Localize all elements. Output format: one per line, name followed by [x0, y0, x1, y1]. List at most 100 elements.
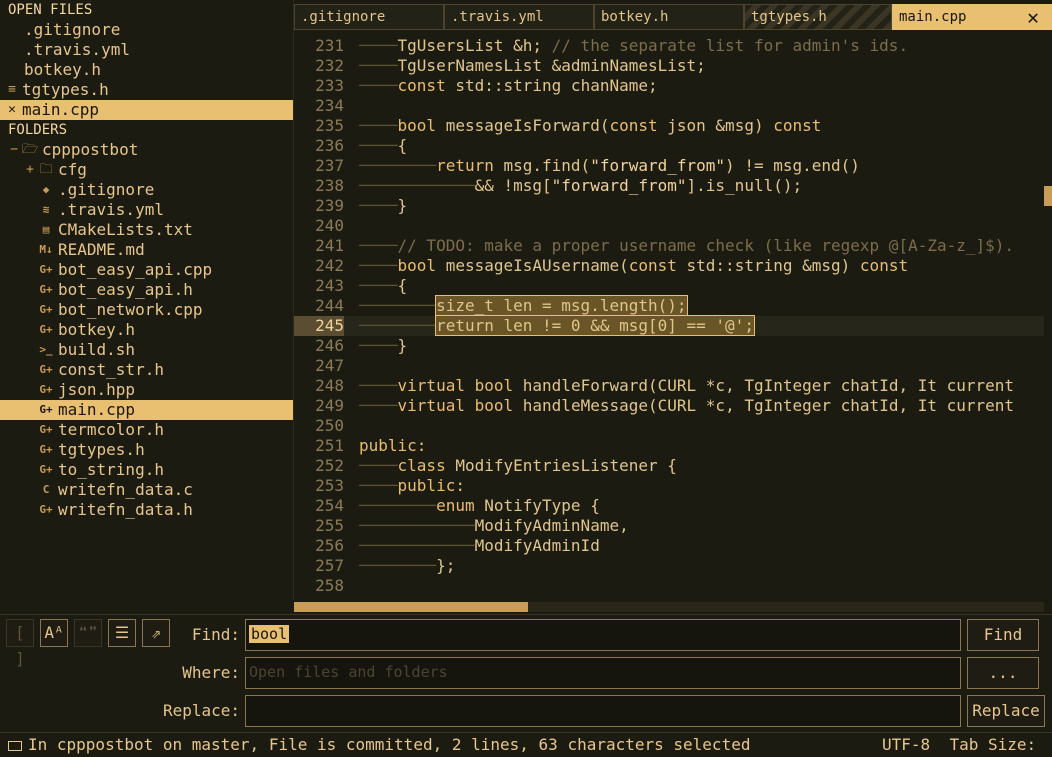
open-file-item[interactable]: botkey.h — [0, 60, 293, 80]
open-file-item[interactable]: .travis.yml — [0, 40, 293, 60]
replace-label: Replace: — [162, 701, 240, 720]
file-label: .travis.yml — [58, 200, 164, 219]
terminal-icon: >_ — [39, 343, 53, 356]
tab-botkey-h[interactable]: botkey.h — [594, 4, 744, 30]
find-input[interactable]: bool — [245, 619, 961, 651]
horizontal-scrollbar[interactable] — [294, 602, 1044, 612]
folder-item[interactable]: + 🗀 cfg — [0, 160, 293, 180]
code-line: 250 — [294, 416, 1044, 436]
open-files-list: .gitignore .travis.yml botkey.h ≡ tgtypes.h ✕… — [0, 20, 293, 120]
cpp-icon: G+ — [39, 403, 53, 416]
tab-label: main.cpp — [899, 9, 967, 25]
file-item[interactable]: G+ bot_easy_api.h — [0, 280, 293, 300]
code-text: ────} — [359, 336, 408, 355]
file-item[interactable]: G+ main.cpp — [0, 400, 293, 420]
line-number: 241 — [315, 236, 344, 255]
file-item[interactable]: ▤ CMakeLists.txt — [0, 220, 293, 240]
close-tab-icon[interactable]: ✕ — [1022, 6, 1044, 28]
file-label: writefn_data.h — [58, 500, 193, 519]
cpp-icon: G+ — [39, 383, 53, 396]
file-item[interactable]: G+ termcolor.h — [0, 420, 293, 440]
folder-tree: − 🗁 cpppostbot + 🗀 cfg ◆ .gitignore ≋ .travis.yml… — [0, 140, 293, 520]
cpp-icon: G+ — [39, 323, 53, 336]
where-label: Where: — [182, 663, 240, 682]
file-item[interactable]: G+ bot_easy_api.cpp — [0, 260, 293, 280]
file-item[interactable]: G+ const_str.h — [0, 360, 293, 380]
use-buffer-toggle[interactable]: ⇗ — [142, 619, 170, 647]
tab-tgtypes-h[interactable]: tgtypes.h — [744, 4, 892, 30]
tab-bar: .gitignore .travis.yml botkey.h tgtypes.h ma… — [294, 0, 1052, 36]
case-sensitive-toggle[interactable]: Aᴬ — [40, 619, 68, 647]
folder-open-icon: 🗁 — [22, 142, 39, 157]
file-item[interactable]: G+ tgtypes.h — [0, 440, 293, 460]
file-item[interactable]: G+ bot_network.cpp — [0, 300, 293, 320]
open-file-item[interactable]: ≡ tgtypes.h — [0, 80, 293, 100]
vertical-scrollbar-thumb[interactable] — [1044, 186, 1052, 206]
encoding-indicator[interactable]: UTF-8 — [882, 735, 930, 754]
file-label: tgtypes.h — [58, 440, 145, 459]
file-label: botkey.h — [58, 320, 136, 339]
code-line: 254 ────────enum NotifyType { — [294, 496, 1044, 516]
expand-toggle-icon[interactable]: + — [22, 160, 38, 180]
file-item[interactable]: M↓ README.md — [0, 240, 293, 260]
code-line: 234 — [294, 96, 1044, 116]
file-item[interactable]: Cwritefn_data.c — [0, 480, 293, 500]
regex-toggle[interactable]: [ ] — [6, 619, 34, 668]
file-item[interactable]: G+ writefn_data.h — [0, 500, 293, 520]
status-bar: In cpppostbot on master, File is committ… — [0, 732, 1052, 757]
code-line: 249 ────virtual bool handleMessage(CURL *… — [294, 396, 1044, 416]
code-text: ────bool messageIsAUsername(const std::s… — [359, 256, 909, 275]
cpp-icon: G+ — [39, 363, 53, 376]
line-number: 250 — [315, 416, 344, 435]
code-text: ────} — [359, 196, 408, 215]
replace-input[interactable] — [245, 695, 961, 727]
line-number: 232 — [315, 56, 344, 75]
cpp-icon: G+ — [39, 263, 53, 276]
file-item[interactable]: G+ botkey.h — [0, 320, 293, 340]
open-file-label: botkey.h — [24, 60, 102, 79]
code-line: 231 ────TgUsersList &h; // the separate l… — [294, 36, 1044, 56]
show-context-toggle[interactable]: ☰ — [108, 619, 136, 647]
whole-word-toggle[interactable]: ❝❞ — [74, 619, 102, 647]
tab-gitignore[interactable]: .gitignore — [294, 4, 444, 30]
code-line: 256 ────────────ModifyAdminId — [294, 536, 1044, 556]
tab-travis-yml[interactable]: .travis.yml — [444, 4, 594, 30]
file-item[interactable]: ◆ .gitignore — [0, 180, 293, 200]
code-text: ────{ — [359, 136, 408, 155]
file-item[interactable]: G+ json.hpp — [0, 380, 293, 400]
line-number: 243 — [315, 276, 344, 295]
open-file-item[interactable]: .gitignore — [0, 20, 293, 40]
expand-toggle-icon[interactable]: − — [6, 140, 22, 160]
line-number: 235 — [315, 116, 344, 135]
where-input[interactable]: Open files and folders — [245, 657, 961, 689]
code-editor[interactable]: 231 ────TgUsersList &h; // the separate l… — [294, 36, 1052, 614]
line-number: 245 — [294, 316, 344, 336]
folder-item[interactable]: − 🗁 cpppostbot — [0, 140, 293, 160]
file-label: bot_easy_api.h — [58, 280, 193, 299]
code-line: 255 ────────────ModifyAdminName, — [294, 516, 1044, 536]
file-item[interactable]: G+ to_string.h — [0, 460, 293, 480]
line-number: 246 — [315, 336, 344, 355]
horizontal-scrollbar-thumb[interactable] — [294, 602, 528, 612]
code-line: 245 ────────return len != 0 && msg[0] == … — [294, 315, 1044, 336]
code-text: ────────────&& !msg["forward_from"].is_n… — [359, 176, 803, 195]
open-file-item[interactable]: ✕ main.cpp — [0, 100, 293, 120]
code-text: ────TgUserNamesList &adminNamesList; — [359, 56, 706, 75]
file-item[interactable]: ≋ .travis.yml — [0, 200, 293, 220]
code-text: ────public: — [359, 476, 465, 495]
code-line: 257 ────────}; — [294, 556, 1044, 576]
line-number: 234 — [315, 96, 344, 115]
close-icon[interactable]: ✕ — [4, 100, 20, 120]
line-number: 257 — [315, 556, 344, 575]
where-browse-button[interactable]: ... — [967, 657, 1039, 689]
code-text: public: — [359, 436, 427, 455]
file-item[interactable]: >_ build.sh — [0, 340, 293, 360]
replace-button[interactable]: Replace — [967, 695, 1045, 727]
tab-size-indicator[interactable]: Tab Size: — [949, 735, 1036, 754]
find-button[interactable]: Find — [967, 619, 1039, 651]
line-number: 244 — [315, 296, 344, 315]
line-number: 258 — [315, 576, 344, 595]
code-line: 237 ────────return msg.find("forward_from… — [294, 156, 1044, 176]
editor-window: OPEN FILES .gitignore .travis.yml botkey.h… — [0, 0, 1052, 757]
panel-toggle-icon[interactable] — [8, 740, 22, 751]
